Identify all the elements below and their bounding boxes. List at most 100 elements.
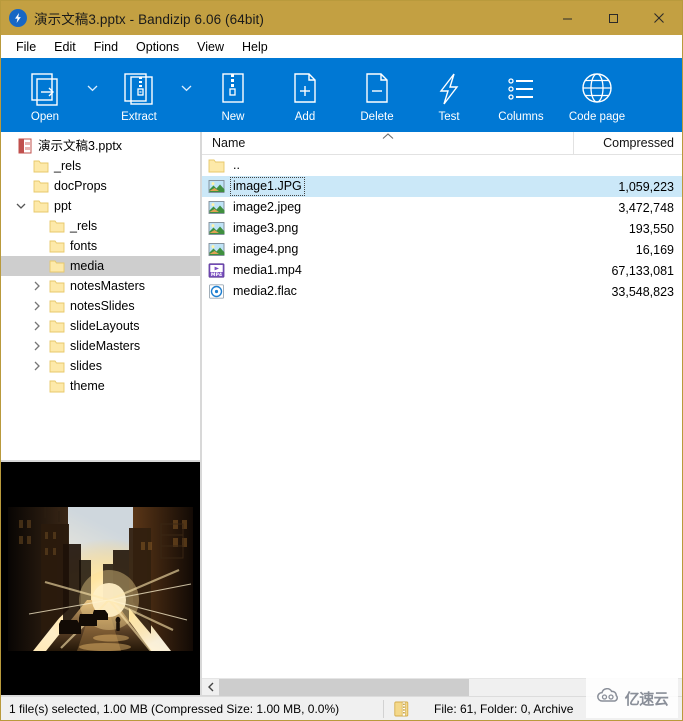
folder-icon <box>49 379 65 394</box>
folder-icon <box>49 339 65 354</box>
tree-node-notesmasters[interactable]: notesMasters <box>1 276 200 296</box>
folder-icon <box>49 259 65 274</box>
file-name-label: image2.jpeg <box>233 200 302 214</box>
window-controls <box>544 1 682 35</box>
file-compressed-cell: 16,169 <box>635 242 674 257</box>
toolbar-test-label: Test <box>438 110 460 123</box>
tree-node-theme[interactable]: theme <box>1 376 200 396</box>
tree-node-label: slideLayouts <box>70 319 140 333</box>
new-archive-icon <box>214 68 252 110</box>
folder-tree[interactable]: 演示文稿3.pptx _rels docProps ppt _rels font… <box>1 132 201 461</box>
twisty-collapsed-chevron-right-icon[interactable] <box>29 341 45 351</box>
twisty-collapsed-chevron-right-icon[interactable] <box>29 281 45 291</box>
bandizip-lightning-icon <box>9 9 27 27</box>
columns-list-icon <box>502 68 540 110</box>
file-compressed-cell: 67,133,081 <box>611 263 674 278</box>
menu-view[interactable]: View <box>188 37 233 57</box>
toolbar-open-label: Open <box>30 110 60 123</box>
menu-options[interactable]: Options <box>127 37 188 57</box>
flac-audio-icon <box>208 283 225 300</box>
table-row[interactable]: image3.png 193,550 <box>202 218 682 239</box>
main-content: 演示文稿3.pptx _rels docProps ppt _rels font… <box>1 131 682 696</box>
column-header-name-label: Name <box>212 136 246 150</box>
file-name-cell: image4.png <box>202 241 574 258</box>
toolbar-delete-label: Delete <box>360 110 394 123</box>
file-name-label: media2.flac <box>233 284 297 298</box>
column-header-name[interactable]: Name <box>202 131 574 155</box>
tree-node-label: slides <box>70 359 102 373</box>
file-compressed-cell: 1,059,223 <box>618 179 674 194</box>
folder-icon <box>33 179 49 194</box>
toolbar-open-button[interactable]: Open <box>9 58 81 132</box>
twisty-collapsed-chevron-right-icon[interactable] <box>29 361 45 371</box>
toolbar-extract-button[interactable]: Extract <box>103 58 175 132</box>
folder-icon <box>49 299 65 314</box>
file-name-cell: media2.flac <box>202 283 574 300</box>
column-header-compressed[interactable]: Compressed <box>574 132 682 155</box>
tree-node-rels[interactable]: _rels <box>1 156 200 176</box>
tree-node-docprops[interactable]: docProps <box>1 176 200 196</box>
folder-icon <box>33 199 49 214</box>
scroll-left-arrow-icon[interactable] <box>202 679 219 695</box>
file-name-label: image1.JPG <box>230 177 305 196</box>
tree-node-notesslides[interactable]: notesSlides <box>1 296 200 316</box>
maximize-button[interactable] <box>590 1 636 35</box>
file-list-header: Name Compressed <box>202 131 682 155</box>
file-list-pane: Name Compressed .. image1.JPG 1,059,223 … <box>201 131 682 696</box>
twisty-expanded-chevron-down-icon[interactable] <box>13 202 29 210</box>
toolbar-add-button[interactable]: Add <box>269 58 341 132</box>
svg-text:MP4: MP4 <box>211 272 222 278</box>
toolbar-codepage-button[interactable]: Code page <box>557 58 637 132</box>
status-selection-text: 1 file(s) selected, 1.00 MB (Compressed … <box>9 701 340 716</box>
delete-file-icon <box>358 68 396 110</box>
table-row[interactable]: image2.jpeg 3,472,748 <box>202 197 682 218</box>
tree-node-label: media <box>70 259 105 273</box>
file-list-rows[interactable]: .. image1.JPG 1,059,223 image2.jpeg 3,47… <box>202 155 682 678</box>
twisty-collapsed-chevron-right-icon[interactable] <box>29 321 45 331</box>
tree-node-ppt-rels[interactable]: _rels <box>1 216 200 236</box>
table-row[interactable]: media2.flac 33,548,823 <box>202 281 682 302</box>
toolbar-new-label: New <box>221 110 245 123</box>
file-name-cell: image2.jpeg <box>202 199 574 216</box>
column-header-compressed-label: Compressed <box>603 136 674 150</box>
open-dropdown-chevron-down-icon[interactable] <box>81 58 103 132</box>
tree-node-media[interactable]: media <box>1 256 200 276</box>
tree-node-ppt[interactable]: ppt <box>1 196 200 216</box>
tree-node-label: _rels <box>54 159 82 173</box>
toolbar-columns-label: Columns <box>498 110 544 123</box>
image-file-icon <box>208 242 225 258</box>
tree-node-slidelayouts[interactable]: slideLayouts <box>1 316 200 336</box>
menu-edit[interactable]: Edit <box>45 37 85 57</box>
table-row[interactable]: image4.png 16,169 <box>202 239 682 260</box>
sort-ascending-icon <box>202 132 573 140</box>
table-row[interactable]: .. <box>202 155 682 176</box>
add-file-icon <box>286 68 324 110</box>
menu-file[interactable]: File <box>7 37 45 57</box>
tree-node-archive-root[interactable]: 演示文稿3.pptx <box>1 136 200 156</box>
tree-node-slidemasters[interactable]: slideMasters <box>1 336 200 356</box>
menu-find[interactable]: Find <box>85 37 127 57</box>
toolbar-columns-button[interactable]: Columns <box>485 58 557 132</box>
tree-node-label: ppt <box>54 199 72 213</box>
tree-node-label: docProps <box>54 179 107 193</box>
cloud-logo-icon <box>596 687 622 709</box>
close-button[interactable] <box>636 1 682 35</box>
minimize-button[interactable] <box>544 1 590 35</box>
folder-icon <box>49 219 65 234</box>
menu-help[interactable]: Help <box>233 37 277 57</box>
watermark: 亿速云 <box>586 678 678 718</box>
table-row[interactable]: MP4 media1.mp4 67,133,081 <box>202 260 682 281</box>
tree-node-fonts[interactable]: fonts <box>1 236 200 256</box>
toolbar-delete-button[interactable]: Delete <box>341 58 413 132</box>
folder-icon <box>33 159 49 174</box>
folder-icon <box>49 359 65 374</box>
extract-dropdown-chevron-down-icon[interactable] <box>175 58 197 132</box>
toolbar-test-button[interactable]: Test <box>413 58 485 132</box>
table-row[interactable]: image1.JPG 1,059,223 <box>202 176 682 197</box>
toolbar-add-label: Add <box>294 110 316 123</box>
scrollbar-thumb[interactable] <box>219 678 469 696</box>
tree-node-slides[interactable]: slides <box>1 356 200 376</box>
folder-icon <box>208 158 225 174</box>
twisty-collapsed-chevron-right-icon[interactable] <box>29 301 45 311</box>
toolbar-new-button[interactable]: New <box>197 58 269 132</box>
